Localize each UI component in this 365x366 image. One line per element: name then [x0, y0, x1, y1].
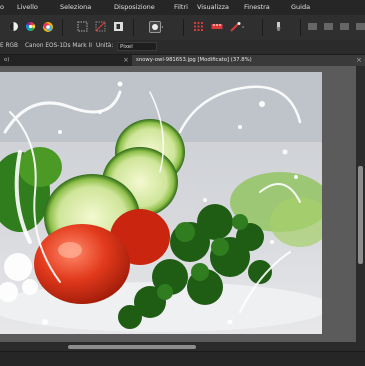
panel-icon[interactable]	[354, 20, 365, 33]
units-label: Unità:	[96, 43, 114, 49]
invert-selection-icon[interactable]	[112, 20, 125, 33]
units-select[interactable]: Pixel	[117, 42, 157, 51]
horizontal-scrollbar[interactable]	[0, 342, 356, 351]
tape-icon[interactable]	[210, 20, 223, 33]
color-profile-label: E RGB	[0, 43, 19, 49]
toolbar	[0, 15, 365, 41]
context-toolbar: E RGB Canon EOS-1Ds Mark II Unità: Pixel	[0, 40, 365, 55]
document-canvas[interactable]	[0, 72, 322, 334]
color-wheel-icon[interactable]	[24, 20, 37, 33]
horizontal-scroll-thumb[interactable]	[68, 345, 196, 349]
brush-icon[interactable]	[272, 20, 285, 33]
marquee-icon[interactable]	[76, 20, 89, 33]
menu-disposizione[interactable]: Disposizione	[114, 3, 155, 11]
status-bar	[0, 351, 365, 366]
close-icon[interactable]: ×	[356, 55, 362, 66]
half-circle-icon[interactable]	[7, 20, 20, 33]
toolbar-divider	[62, 19, 63, 36]
panel-icon[interactable]	[322, 20, 335, 33]
vertical-scroll-thumb[interactable]	[358, 166, 363, 264]
camera-label: Canon EOS-1Ds Mark II	[25, 43, 92, 49]
toolbar-divider	[300, 19, 301, 36]
scroll-corner	[356, 342, 365, 351]
panel-icon[interactable]	[338, 20, 351, 33]
grid-icon[interactable]	[192, 20, 205, 33]
panel-icon[interactable]	[306, 20, 319, 33]
tab-label: snowy-owl-981653.jpg [Modificato] (37.8%…	[136, 57, 252, 63]
menu-finestra[interactable]: Finestra	[244, 3, 270, 11]
hsl-circles-icon[interactable]	[41, 20, 54, 33]
menu-item-partial[interactable]: o	[0, 3, 4, 11]
menu-seleziona[interactable]: Seleziona	[60, 3, 91, 11]
menu-filtri[interactable]: Filtri	[174, 3, 188, 11]
tab-previous[interactable]: o)	[0, 55, 130, 66]
menu-livello[interactable]: Livello	[17, 3, 38, 11]
toolbar-divider	[262, 19, 263, 36]
canvas-workspace[interactable]	[0, 66, 356, 342]
tab-bar: o) × snowy-owl-981653.jpg [Modificato] (…	[0, 55, 365, 66]
mask-icon[interactable]	[148, 20, 164, 33]
magic-icon[interactable]	[228, 20, 246, 33]
menu-bar: o Livello Seleziona Disposizione Filtri …	[0, 0, 365, 16]
photo-image	[0, 72, 322, 334]
no-selection-icon[interactable]	[94, 20, 107, 33]
tab-active[interactable]: snowy-owl-981653.jpg [Modificato] (37.8%…	[132, 55, 365, 66]
toolbar-divider	[183, 19, 184, 36]
menu-guida[interactable]: Guida	[291, 3, 310, 11]
close-icon[interactable]: ×	[123, 55, 129, 66]
menu-visualizza[interactable]: Visualizza	[197, 3, 229, 11]
tab-label: o)	[4, 57, 10, 63]
toolbar-divider	[133, 19, 134, 36]
vertical-scrollbar[interactable]	[356, 66, 365, 342]
